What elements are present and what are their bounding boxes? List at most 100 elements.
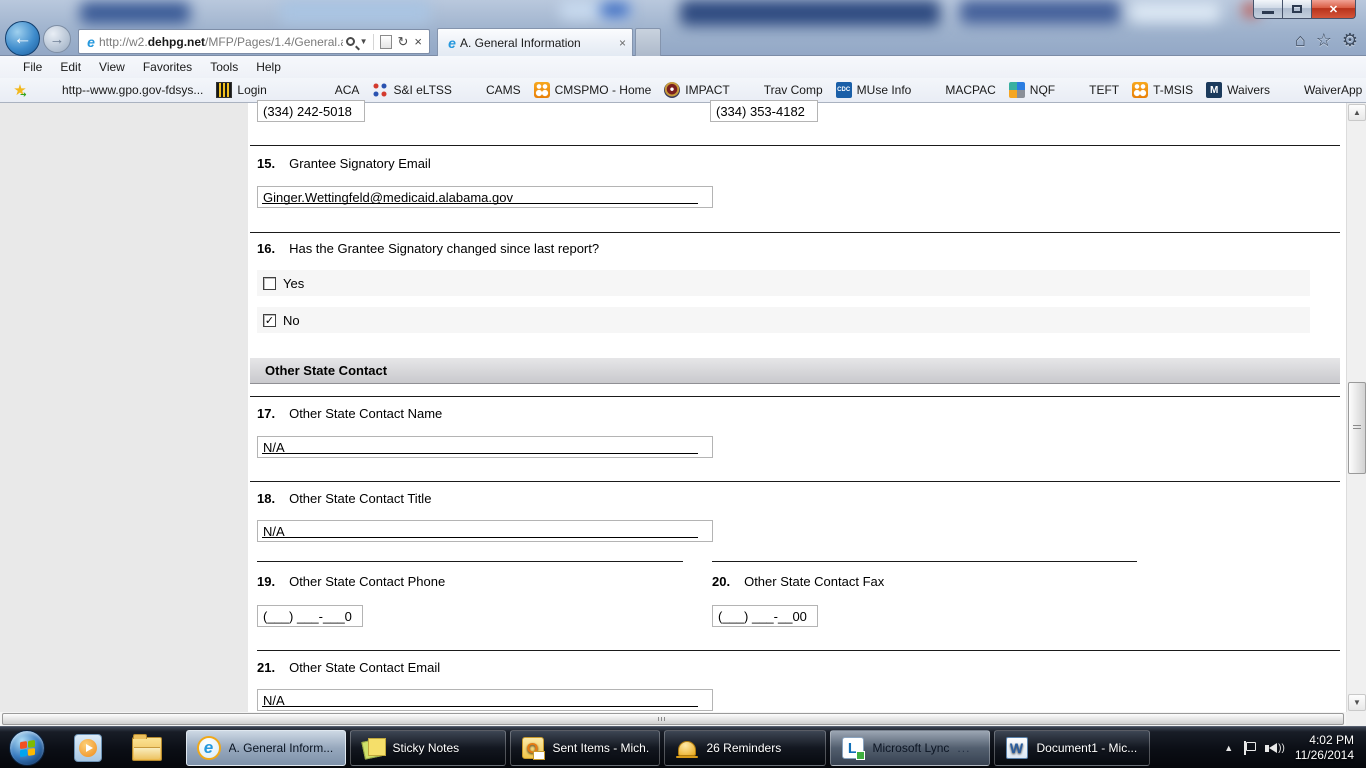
- taskbar-button-sticky-notes[interactable]: Sticky Notes: [349, 730, 506, 766]
- close-icon: ✕: [1328, 3, 1339, 16]
- no-checkbox-checked[interactable]: ✓: [263, 313, 276, 327]
- vertical-scrollbar-thumb[interactable]: [1348, 382, 1366, 474]
- no-label: No: [283, 312, 300, 328]
- menu-tools[interactable]: Tools: [201, 58, 247, 76]
- favorites-bar-item[interactable]: eTrav Comp: [743, 82, 823, 98]
- browser-viewport: (334) 242-5018 (334) 353-4182 15. Grantee…: [0, 100, 1366, 712]
- address-bar[interactable]: e http://w2.dehpg.net/MFP/Pages/1.4/Gene…: [78, 29, 430, 54]
- maximize-button[interactable]: [1283, 0, 1311, 19]
- favorites-bar-item[interactable]: S&I eLTSS: [372, 82, 452, 98]
- desktop-blur-blob: [680, 0, 940, 26]
- taskbar-button-word[interactable]: W Document1 - Mic...: [993, 730, 1150, 766]
- favorite-label: Waivers: [1227, 83, 1271, 97]
- taskbar-clock[interactable]: 4:02 PM 11/26/2014: [1295, 733, 1358, 763]
- file-explorer-icon[interactable]: [132, 734, 162, 761]
- taskbar-overflow-dots: ...: [957, 741, 971, 755]
- volume-icon[interactable]: )): [1265, 743, 1285, 754]
- tab-title: A. General Information: [460, 35, 581, 50]
- taskbar-button-reminders[interactable]: 26 Reminders: [663, 730, 826, 766]
- media-player-icon[interactable]: [74, 734, 102, 762]
- add-favorite-icon[interactable]: ★: [12, 82, 28, 99]
- question-18-label: 18. Other State Contact Title: [257, 491, 432, 506]
- favorite-label: MACPAC: [945, 83, 996, 97]
- no-option-row[interactable]: ✓ No: [257, 307, 1310, 333]
- favorites-bar-item[interactable]: eTEFT: [1068, 82, 1119, 98]
- vertical-scrollbar[interactable]: ▲ ▼: [1346, 103, 1366, 712]
- favorites-bar-item[interactable]: eWaiverApp: [1283, 82, 1362, 98]
- sticky-notes-icon: [363, 738, 386, 758]
- favorites-bar-item[interactable]: eACA: [314, 82, 360, 98]
- menu-file[interactable]: File: [14, 58, 51, 76]
- yes-checkbox[interactable]: [263, 276, 276, 290]
- favorites-bar-item[interactable]: IMPACT: [664, 82, 730, 98]
- question-15-label: 15. Grantee Signatory Email: [257, 156, 431, 171]
- site-favicon: e: [87, 33, 95, 50]
- menu-help[interactable]: Help: [247, 58, 290, 76]
- menu-edit[interactable]: Edit: [51, 58, 90, 76]
- favorites-bar: ★ ehttp--www.gpo.gov-fdsys... Login e eA…: [0, 78, 1366, 103]
- grid-icon: [1008, 82, 1025, 98]
- grantee-phone-field[interactable]: (334) 242-5018: [257, 100, 365, 122]
- compatibility-view-icon[interactable]: [379, 34, 392, 49]
- other-contact-title-field[interactable]: N/A: [257, 520, 713, 542]
- clock-date: 11/26/2014: [1294, 748, 1354, 762]
- action-center-flag-icon[interactable]: [1243, 741, 1257, 755]
- lync-icon: L: [841, 737, 865, 760]
- desktop-blur-blob: [960, 0, 1120, 24]
- favorites-star-icon[interactable]: ☆: [1316, 30, 1332, 51]
- forward-button[interactable]: →: [43, 25, 71, 53]
- favorites-bar-item[interactable]: eCAMS: [465, 82, 521, 98]
- favorites-bar-item[interactable]: CMSPMO - Home: [533, 82, 651, 98]
- taskbar: e A. General Inform... Sticky Notes O Se…: [0, 726, 1366, 768]
- grantee-signatory-email-field[interactable]: Ginger.Wettingfeld@medicaid.alabama.gov: [257, 186, 713, 208]
- browser-tab[interactable]: e A. General Information ×: [437, 28, 633, 56]
- divider: [250, 481, 1340, 482]
- divider: [250, 396, 1340, 397]
- taskbar-button-outlook[interactable]: O Sent Items - Mich...: [509, 730, 660, 766]
- stop-icon[interactable]: ×: [414, 34, 422, 49]
- divider: [250, 232, 1340, 233]
- menu-view[interactable]: View: [90, 58, 134, 76]
- favorites-bar-item[interactable]: CDC MUse Info: [835, 82, 911, 98]
- grantee-fax-field[interactable]: (334) 353-4182: [710, 100, 818, 122]
- gear-icon[interactable]: ⚙: [1342, 30, 1358, 51]
- back-button[interactable]: ←: [5, 21, 40, 56]
- favorites-bar-item[interactable]: T-MSIS: [1132, 82, 1193, 98]
- yes-label: Yes: [283, 275, 305, 291]
- minimize-button[interactable]: [1253, 0, 1283, 19]
- outlook-icon: O: [521, 737, 545, 760]
- tab-close-icon[interactable]: ×: [615, 36, 626, 50]
- favorites-bar-item[interactable]: eMACPAC: [924, 82, 995, 98]
- horizontal-scrollbar[interactable]: [0, 712, 1346, 726]
- new-tab-button[interactable]: [635, 28, 661, 56]
- search-icon[interactable]: [345, 37, 355, 46]
- favorites-bar-item[interactable]: ehttp--www.gpo.gov-fdsys...: [41, 82, 203, 98]
- favorites-bar-item[interactable]: Login: [216, 82, 267, 98]
- taskbar-button-lync[interactable]: L Microsoft Lync ...: [829, 730, 990, 766]
- url-text[interactable]: http://w2.dehpg.net/MFP/Pages/1.4/Genera…: [99, 35, 343, 49]
- yes-option-row[interactable]: Yes: [257, 270, 1310, 296]
- taskbar-button-ie[interactable]: e A. General Inform...: [185, 730, 346, 766]
- other-contact-fax-field[interactable]: (___) ___-__00: [712, 605, 818, 627]
- scroll-up-arrow[interactable]: ▲: [1348, 104, 1366, 121]
- other-contact-phone-field[interactable]: (___) ___-___0: [257, 605, 363, 627]
- home-icon[interactable]: ⌂: [1295, 30, 1306, 51]
- refresh-icon[interactable]: ↻: [398, 34, 409, 50]
- menu-favorites[interactable]: Favorites: [134, 58, 201, 76]
- other-contact-email-field[interactable]: N/A: [257, 689, 713, 711]
- bell-icon: [675, 740, 698, 758]
- start-button[interactable]: [9, 730, 45, 766]
- favorite-label: CAMS: [485, 83, 521, 97]
- horizontal-scrollbar-thumb[interactable]: [2, 713, 1344, 725]
- favorite-label: T-MSIS: [1153, 83, 1194, 97]
- address-dropdown-icon[interactable]: ▼: [360, 37, 368, 46]
- forward-arrow-icon: →: [49, 30, 65, 48]
- other-contact-name-field[interactable]: N/A: [257, 436, 713, 458]
- scroll-down-arrow[interactable]: ▼: [1348, 694, 1366, 711]
- eagle-icon: [664, 82, 681, 98]
- close-button[interactable]: ✕: [1311, 0, 1356, 19]
- favorites-bar-item[interactable]: NQF: [1008, 82, 1055, 98]
- favorites-bar-item[interactable]: e: [280, 82, 301, 98]
- favorites-bar-item[interactable]: M Waivers: [1206, 82, 1270, 98]
- show-hidden-icons-arrow[interactable]: ▲: [1224, 743, 1233, 753]
